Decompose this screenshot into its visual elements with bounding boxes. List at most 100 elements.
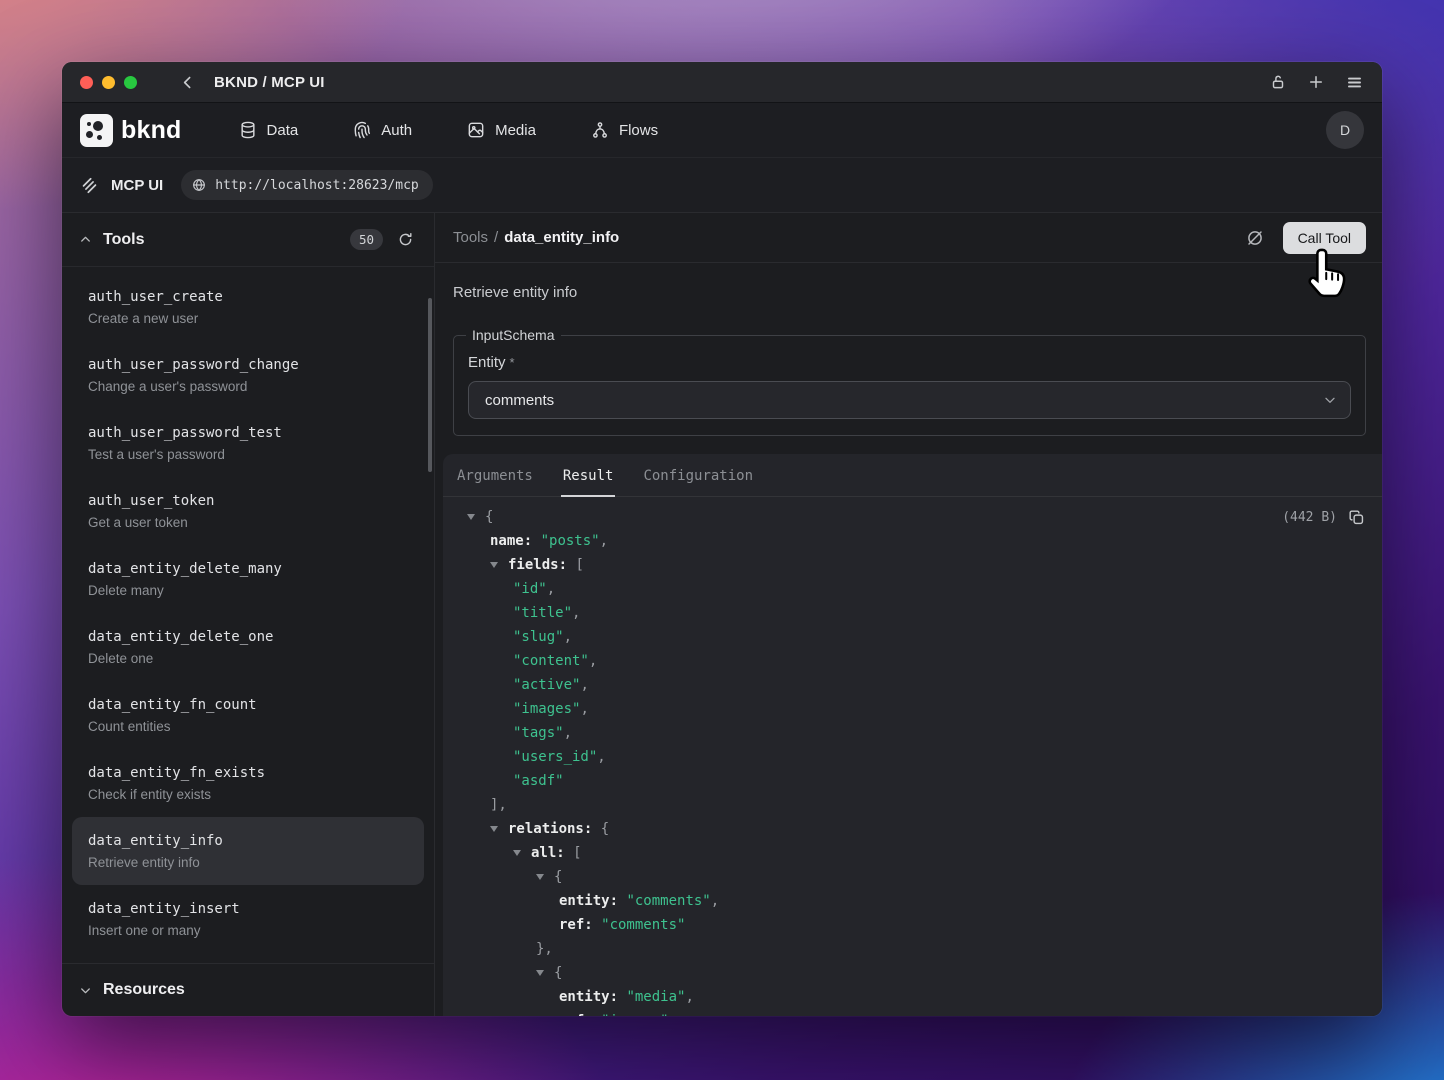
avatar-initial: D bbox=[1340, 122, 1350, 138]
tool-description: Test a user's password bbox=[88, 446, 408, 464]
tool-detail-panel: Tools / data_entity_info Call Tool Retri… bbox=[435, 213, 1382, 1016]
required-mark: * bbox=[510, 355, 515, 370]
app-window: BKND / MCP UI bknd Data bbox=[62, 62, 1382, 1016]
nav-item-data[interactable]: Data bbox=[238, 120, 299, 140]
json-line: entity: "media", bbox=[467, 985, 1366, 1009]
tool-list-item[interactable]: auth_user_createCreate a new user bbox=[72, 273, 424, 341]
maximize-window-button[interactable] bbox=[124, 76, 137, 89]
tool-name: data_entity_info bbox=[88, 831, 408, 851]
tool-description: Insert one or many bbox=[88, 922, 408, 940]
collapse-caret-icon[interactable] bbox=[490, 552, 508, 576]
chevron-down-icon bbox=[1322, 392, 1338, 408]
tools-sidebar: Tools 50 auth_user_createCreate a new us… bbox=[62, 213, 435, 1016]
user-avatar[interactable]: D bbox=[1326, 111, 1364, 149]
tool-list-item[interactable]: auth_user_password_changeChange a user's… bbox=[72, 341, 424, 409]
json-line: relations: { bbox=[467, 817, 1366, 841]
sidebar-scrollbar[interactable] bbox=[428, 298, 432, 472]
minimize-window-button[interactable] bbox=[102, 76, 115, 89]
json-line: all: [ bbox=[467, 841, 1366, 865]
tab-result[interactable]: Result bbox=[561, 456, 616, 497]
tool-name: data_entity_insert bbox=[88, 899, 408, 919]
json-line: "id", bbox=[467, 577, 1366, 601]
tool-list-item[interactable]: data_entity_fn_exists Check if entity exi… bbox=[72, 749, 424, 817]
menu-icon[interactable] bbox=[1345, 73, 1364, 92]
collapse-caret-icon[interactable] bbox=[513, 840, 531, 864]
json-line: fields: [ bbox=[467, 553, 1366, 577]
tool-list-item[interactable]: data_entity_info Retrieve entity info bbox=[72, 817, 424, 885]
collapse-caret-icon[interactable] bbox=[467, 504, 485, 528]
tools-section-title: Tools bbox=[103, 231, 144, 249]
stack-icon bbox=[80, 176, 99, 195]
tool-list-item[interactable]: data_entity_fn_count Count entities bbox=[72, 681, 424, 749]
chevron-down-icon bbox=[78, 983, 93, 998]
main-nav: Data Auth Media Flows bbox=[238, 120, 659, 140]
json-line: { bbox=[467, 961, 1366, 985]
breadcrumb-section[interactable]: Tools bbox=[453, 229, 488, 246]
resources-section-title: Resources bbox=[103, 981, 185, 999]
nav-item-flows[interactable]: Flows bbox=[590, 120, 658, 140]
brand-name: bknd bbox=[121, 116, 182, 145]
tool-list-item[interactable]: data_entity_delete_manyDelete many bbox=[72, 545, 424, 613]
json-line: name: "posts", bbox=[467, 529, 1366, 553]
tab-configuration[interactable]: Configuration bbox=[641, 456, 755, 497]
app-navbar: bknd Data Auth Media bbox=[62, 103, 1382, 158]
tool-name: data_entity_fn_count bbox=[88, 695, 408, 715]
tool-list: auth_user_createCreate a new userauth_us… bbox=[62, 267, 434, 963]
entity-select[interactable]: comments bbox=[468, 381, 1351, 419]
close-window-button[interactable] bbox=[80, 76, 93, 89]
tab-arguments[interactable]: Arguments bbox=[455, 456, 535, 497]
fingerprint-icon bbox=[352, 120, 372, 140]
tool-detail-header: Tools / data_entity_info Call Tool bbox=[435, 213, 1382, 263]
nav-label: Auth bbox=[381, 122, 412, 139]
json-line: ref: "comments" bbox=[467, 913, 1366, 937]
new-tab-icon[interactable] bbox=[1307, 73, 1325, 91]
tool-description: Retrieve entity info bbox=[88, 854, 408, 872]
titlebar: BKND / MCP UI bbox=[62, 62, 1382, 103]
back-icon[interactable] bbox=[179, 74, 196, 91]
json-line: { bbox=[467, 505, 1366, 529]
tool-description: Create a new user bbox=[88, 310, 408, 328]
tool-name: data_entity_fn_exists bbox=[88, 763, 408, 783]
brand-logo[interactable]: bknd bbox=[80, 114, 182, 147]
tools-section-header[interactable]: Tools 50 bbox=[62, 213, 434, 267]
json-line: ref: "images" bbox=[467, 1009, 1366, 1016]
input-schema-fieldset: InputSchema Entity* comments bbox=[453, 327, 1366, 436]
nav-label: Media bbox=[495, 122, 536, 139]
input-schema-legend: InputSchema bbox=[466, 327, 561, 343]
disabled-circle-slash-icon[interactable] bbox=[1245, 228, 1265, 248]
server-url-pill[interactable]: http://localhost:28623/mcp bbox=[181, 170, 433, 200]
copy-icon[interactable] bbox=[1347, 508, 1366, 527]
json-line: entity: "comments", bbox=[467, 889, 1366, 913]
nav-item-auth[interactable]: Auth bbox=[352, 120, 412, 140]
tool-list-item[interactable]: auth_user_token Get a user token bbox=[72, 477, 424, 545]
json-line: "title", bbox=[467, 601, 1366, 625]
tool-name: data_entity_delete_many bbox=[88, 559, 408, 579]
tool-list-item[interactable]: data_entity_insert Insert one or many bbox=[72, 885, 424, 953]
tool-name: data_entity_delete_one bbox=[88, 627, 408, 647]
json-meta: (442 B) bbox=[1282, 508, 1366, 527]
tool-name: auth_user_password_change bbox=[88, 355, 408, 375]
collapse-caret-icon[interactable] bbox=[536, 960, 554, 984]
tool-list-item[interactable]: data_entity_delete_oneDelete one bbox=[72, 613, 424, 681]
tools-count-badge: 50 bbox=[350, 229, 383, 250]
collapse-caret-icon[interactable] bbox=[536, 864, 554, 888]
lock-open-icon[interactable] bbox=[1269, 73, 1287, 91]
tool-description: Count entities bbox=[88, 718, 408, 736]
entity-select-value: comments bbox=[485, 392, 554, 409]
tool-name: auth_user_token bbox=[88, 491, 408, 511]
tool-description: Check if entity exists bbox=[88, 786, 408, 804]
nav-item-media[interactable]: Media bbox=[466, 120, 536, 140]
tool-name: auth_user_password_test bbox=[88, 423, 408, 443]
tool-list-item[interactable]: auth_user_password_test Test a user's pas… bbox=[72, 409, 424, 477]
tool-description: Get a user token bbox=[88, 514, 408, 532]
collapse-caret-icon[interactable] bbox=[490, 816, 508, 840]
resources-section-header[interactable]: Resources bbox=[62, 963, 434, 1016]
json-line: { bbox=[467, 865, 1366, 889]
json-line: "content", bbox=[467, 649, 1366, 673]
result-tabs: Arguments Result Configuration bbox=[443, 454, 1382, 497]
call-tool-button[interactable]: Call Tool bbox=[1283, 222, 1366, 254]
refresh-icon[interactable] bbox=[397, 231, 414, 248]
mcp-toolbar: MCP UI http://localhost:28623/mcp bbox=[62, 158, 1382, 213]
json-line: "images", bbox=[467, 697, 1366, 721]
mcp-ui-title: MCP UI bbox=[111, 177, 163, 194]
